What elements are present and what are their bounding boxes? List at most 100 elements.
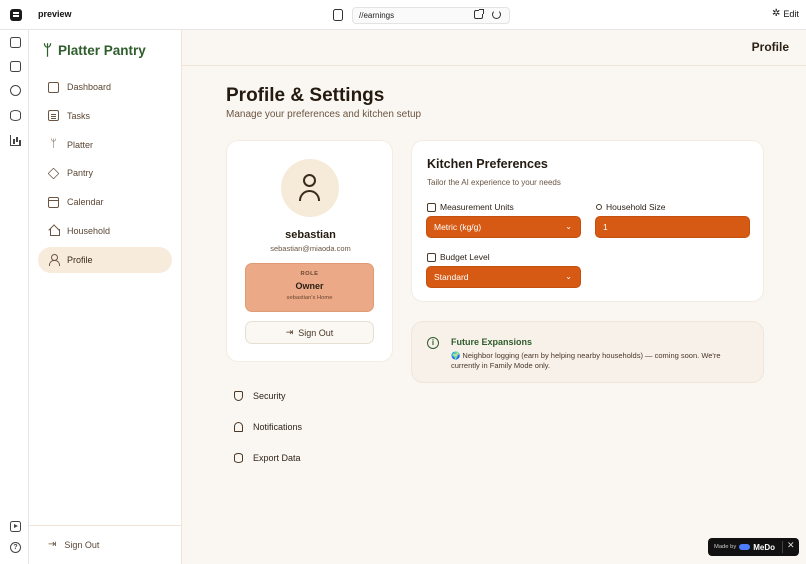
app-root: ᛘ Platter Pantry Dashboard Tasks ᛘ Platt… <box>29 30 806 564</box>
budget-level-label-text: Budget Level <box>440 252 490 262</box>
sidebar-item-calendar[interactable]: Calendar <box>38 189 172 215</box>
main-content: Profile Profile & Settings Manage your p… <box>182 30 806 564</box>
calendar-icon <box>48 196 59 208</box>
signout-button[interactable]: ⇥ Sign Out <box>245 321 374 344</box>
household-size-label: Household Size <box>596 202 666 212</box>
shield-icon <box>234 390 243 401</box>
sidebar-item-label: Tasks <box>67 110 91 121</box>
measurement-units-label: Measurement Units <box>427 202 514 212</box>
preview-title: preview <box>38 9 72 19</box>
url-field[interactable]: //earnings <box>352 7 510 24</box>
future-expansions-card: i Future Expansions 🌍 Neighbor logging (… <box>411 321 764 383</box>
database-icon <box>234 452 243 463</box>
chart-icon[interactable] <box>10 135 21 146</box>
notifications-link[interactable]: Notifications <box>234 411 302 442</box>
user-email: sebastian@miaoda.com <box>270 244 351 253</box>
measurement-units-value: Metric (kg/g) <box>434 222 482 232</box>
household-size-label-text: Household Size <box>606 202 666 212</box>
sidebar-divider <box>29 525 181 526</box>
page-subtitle: Manage your preferences and kitchen setu… <box>226 109 422 120</box>
sidebar-signout-label: Sign Out <box>64 539 100 550</box>
sparkle-icon: ✲ <box>772 8 781 19</box>
notifications-label: Notifications <box>253 421 303 432</box>
sidebar: ᛘ Platter Pantry Dashboard Tasks ᛘ Platt… <box>29 30 182 564</box>
role-box: ROLE Owner sebastian's Home <box>245 263 374 312</box>
made-by-label: Made by <box>714 544 737 550</box>
medo-logo-icon <box>739 544 751 550</box>
cloud-icon[interactable] <box>10 85 21 96</box>
reload-icon[interactable] <box>492 10 501 19</box>
role-label: ROLE <box>300 271 319 277</box>
chat-icon[interactable] <box>10 61 21 72</box>
profile-card: sebastian sebastian@miaoda.com ROLE Owne… <box>226 140 393 362</box>
future-title: Future Expansions <box>451 337 533 347</box>
close-icon[interactable]: ✕ <box>787 540 795 551</box>
info-icon: i <box>427 337 439 349</box>
file-icon[interactable] <box>10 37 21 48</box>
signout-label: Sign Out <box>298 327 334 338</box>
measurement-units-select[interactable]: Metric (kg/g) ⌄ <box>426 216 581 238</box>
role-value: Owner <box>295 281 324 291</box>
app-menu-icon[interactable] <box>10 9 22 21</box>
sidebar-item-label: Dashboard <box>67 82 112 92</box>
sidebar-item-label: Pantry <box>67 168 94 179</box>
device-toggle-icon[interactable] <box>333 9 343 21</box>
sidebar-item-pantry[interactable]: Pantry <box>38 160 172 186</box>
measurement-units-label-text: Measurement Units <box>440 202 514 212</box>
database-icon[interactable] <box>10 110 21 121</box>
sidebar-signout-button[interactable]: ⇥ Sign Out <box>48 539 99 550</box>
scale-icon <box>427 202 436 212</box>
sidebar-item-dashboard[interactable]: Dashboard <box>38 74 172 100</box>
household-name: sebastian's Home <box>286 295 333 301</box>
clipboard-icon <box>48 110 59 122</box>
sidebar-item-label: Household <box>67 225 111 236</box>
sidebar-item-profile[interactable]: Profile <box>38 246 172 273</box>
household-size-value: 1 <box>603 222 608 232</box>
kitchen-preferences-card: Kitchen Preferences Tailor the AI experi… <box>411 140 764 302</box>
user-icon <box>48 254 60 267</box>
made-by-badge[interactable]: Made by MeDo ✕ <box>708 538 799 556</box>
edit-label: Edit <box>783 9 799 19</box>
users-icon <box>596 204 602 210</box>
sidebar-item-tasks[interactable]: Tasks <box>38 103 172 129</box>
logout-icon: ⇥ <box>48 539 57 550</box>
chevron-down-icon: ⌄ <box>565 222 572 231</box>
export-data-link[interactable]: Export Data <box>234 442 302 473</box>
avatar-user-icon-body <box>299 190 320 201</box>
home-icon <box>48 225 60 237</box>
medo-brand: MeDo <box>753 542 776 552</box>
chevron-down-icon: ⌄ <box>565 272 572 281</box>
badge-divider <box>782 541 783 553</box>
edit-button[interactable]: ✲ Edit <box>772 8 799 20</box>
bell-icon <box>234 421 243 432</box>
sidebar-item-household[interactable]: Household <box>38 218 172 244</box>
user-name: sebastian <box>285 229 336 241</box>
cube-icon <box>47 167 60 180</box>
grid-icon <box>48 81 59 93</box>
export-data-label: Export Data <box>253 452 301 463</box>
sidebar-nav: Dashboard Tasks ᛘ Platter Pantry Calenda… <box>38 74 172 276</box>
security-label: Security <box>253 390 286 401</box>
help-icon[interactable]: ? <box>10 542 21 553</box>
household-size-input[interactable]: 1 <box>595 216 750 238</box>
fork-knife-icon: ᛘ <box>43 42 53 59</box>
page-title: Profile & Settings <box>226 85 385 106</box>
prefs-title: Kitchen Preferences <box>427 157 548 171</box>
sidebar-item-platter[interactable]: ᛘ Platter <box>38 132 172 158</box>
avatar <box>281 159 339 217</box>
brand[interactable]: ᛘ Platter Pantry <box>43 42 146 59</box>
budget-level-select[interactable]: Standard ⌄ <box>426 266 581 288</box>
sidebar-item-label: Calendar <box>67 197 104 208</box>
open-external-icon[interactable] <box>474 9 484 19</box>
security-link[interactable]: Security <box>234 380 302 411</box>
header-title: Profile <box>751 40 789 54</box>
preview-toolbar: preview //earnings ✲ Edit <box>0 0 806 30</box>
sidebar-item-label: Platter <box>67 139 94 150</box>
wallet-icon <box>427 252 436 262</box>
logout-icon: ⇥ <box>285 327 294 337</box>
main-header: Profile <box>182 30 806 66</box>
settings-links: Security Notifications Export Data <box>234 380 302 473</box>
play-icon[interactable] <box>10 521 21 532</box>
avatar-user-icon <box>303 174 316 187</box>
budget-level-value: Standard <box>434 272 469 282</box>
